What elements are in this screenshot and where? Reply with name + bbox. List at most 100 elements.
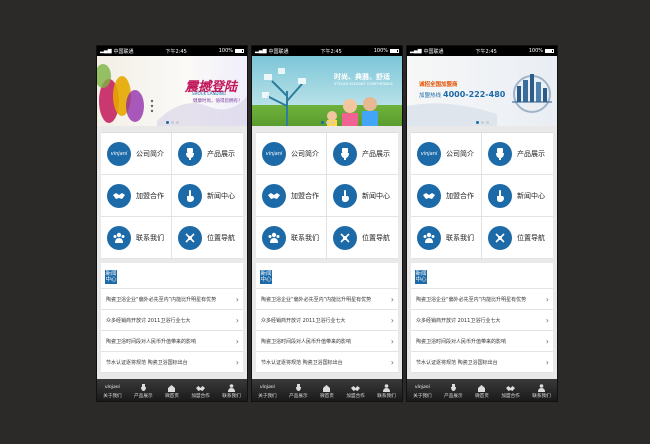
- battery-label: 100%: [218, 48, 233, 54]
- menu-news[interactable]: 新闻中心: [482, 175, 553, 217]
- carousel-dot[interactable]: [330, 121, 334, 124]
- tab-about[interactable]: vinjani 关于我们: [103, 384, 121, 399]
- tab-about[interactable]: vinjani 关于我们: [413, 384, 431, 399]
- menu-franchise[interactable]: 加盟合作: [101, 175, 172, 217]
- tab-franchise[interactable]: 加盟合作: [346, 384, 365, 399]
- people-icon: [107, 225, 131, 250]
- phone-screen-1: ▂▄▆ 中国联通 下午2:45 100% 震撼登陆 SHOCK LANDING 健…: [97, 46, 247, 401]
- news-item[interactable]: 陶瓷卫浴企业“偏外必先至内”内能比升明星有优势 ›: [101, 289, 243, 310]
- banner-carousel[interactable]: 震撼登陆 SHOCK LANDING 健康时尚，值得您拥有！: [97, 56, 247, 126]
- people-icon: [262, 225, 286, 250]
- news-item[interactable]: 众多经销商开放讨 2011卫浴行业七大 ›: [256, 310, 398, 331]
- news-item[interactable]: 节水认证逐将规范 陶瓷卫浴国标出台 ›: [101, 352, 243, 373]
- news-item[interactable]: 陶瓷卫浴企业“偏外必先至内”内能比升明星有优势 ›: [256, 289, 398, 310]
- menu-navigation[interactable]: 位置导航: [172, 217, 243, 259]
- carousel-dot[interactable]: [325, 121, 329, 124]
- signal-icon: ▂▄▆: [410, 48, 422, 54]
- hand-pointer-icon: [178, 183, 202, 208]
- compass-icon: [178, 225, 202, 250]
- battery-icon: [390, 49, 399, 53]
- tab-about[interactable]: vinjani 关于我们: [258, 384, 276, 399]
- menu-franchise[interactable]: 加盟合作: [256, 175, 327, 217]
- tab-home[interactable]: 微首页: [320, 384, 334, 399]
- toilet-icon: [140, 384, 146, 391]
- chevron-right-icon: ›: [545, 294, 549, 304]
- news-item[interactable]: 陶瓷卫浴时间段对人民币升值带来的影响 ›: [101, 331, 243, 352]
- menu-company-intro[interactable]: vinjani 公司简介: [256, 133, 327, 175]
- chevron-right-icon: ›: [235, 336, 239, 346]
- toilet-icon: [178, 141, 202, 166]
- menu-products[interactable]: 产品展示: [482, 133, 553, 175]
- tab-products[interactable]: 产品展示: [444, 384, 463, 399]
- tab-bar: vinjani 关于我们 产品展示 微首页 加盟合作 联系我们: [97, 379, 247, 401]
- menu-company-intro[interactable]: vinjani 公司简介: [411, 133, 482, 175]
- home-icon: [323, 385, 331, 392]
- tab-products[interactable]: 产品展示: [134, 384, 153, 399]
- chevron-right-icon: ›: [390, 336, 394, 346]
- tab-franchise[interactable]: 加盟合作: [191, 384, 210, 399]
- carousel-dot[interactable]: [165, 121, 169, 124]
- news-item[interactable]: 节水认证逐将规范 陶瓷卫浴国标出台 ›: [411, 352, 553, 373]
- tab-home[interactable]: 微首页: [475, 384, 489, 399]
- menu-navigation[interactable]: 位置导航: [327, 217, 398, 259]
- vinjani-logo-icon: vinjani: [417, 141, 441, 166]
- vinjani-logo-icon: vinjani: [107, 141, 131, 166]
- menu-grid: vinjani 公司简介 产品展示 加盟合作 新闻中心 联系我们 位置导航: [101, 132, 243, 259]
- menu-navigation[interactable]: 位置导航: [482, 217, 553, 259]
- status-bar: ▂▄▆ 中国联通 下午2:45 100%: [252, 46, 402, 56]
- menu-franchise[interactable]: 加盟合作: [411, 175, 482, 217]
- carousel-dot[interactable]: [485, 121, 489, 124]
- tab-contact[interactable]: 联系我们: [222, 384, 241, 399]
- menu-products[interactable]: 产品展示: [327, 133, 398, 175]
- handshake-icon: [196, 386, 206, 391]
- menu-company-intro[interactable]: vinjani 公司简介: [101, 133, 172, 175]
- handshake-icon: [107, 183, 131, 208]
- carousel-dot[interactable]: [175, 121, 179, 124]
- vinjani-logo-icon: vinjani: [260, 385, 275, 390]
- menu-contact[interactable]: 联系我们: [256, 217, 327, 259]
- people-icon: [417, 225, 441, 250]
- news-section: 新闻中心 陶瓷卫浴企业“偏外必先至内”内能比升明星有优势 › 众多经销商开放讨 2…: [101, 263, 243, 373]
- carousel-dot[interactable]: [475, 121, 479, 124]
- hotline-number[interactable]: 4000-222-480: [443, 90, 505, 99]
- news-item[interactable]: 陶瓷卫浴时间段对人民币升值带来的影响 ›: [411, 331, 553, 352]
- status-bar: ▂▄▆ 中国联通 下午2:45 100%: [97, 46, 247, 56]
- banner-carousel[interactable]: 时尚、典雅、舒适 STYLISH ELEGANT COMFORTABLE: [252, 56, 402, 126]
- tab-products[interactable]: 产品展示: [289, 384, 308, 399]
- carousel-dot[interactable]: [170, 121, 174, 124]
- carousel-dots: [407, 121, 557, 124]
- carousel-dots: [252, 121, 402, 124]
- menu-news[interactable]: 新闻中心: [327, 175, 398, 217]
- hotline-label: 加盟热线: [419, 93, 442, 99]
- news-item[interactable]: 陶瓷卫浴企业“偏外必先至内”内能比升明星有优势 ›: [411, 289, 553, 310]
- news-item[interactable]: 节水认证逐将规范 陶瓷卫浴国标出台 ›: [256, 352, 398, 373]
- status-time: 下午2:45: [475, 48, 497, 55]
- menu-products[interactable]: 产品展示: [172, 133, 243, 175]
- news-item[interactable]: 众多经销商开放讨 2011卫浴行业七大 ›: [101, 310, 243, 331]
- news-item[interactable]: 众多经销商开放讨 2011卫浴行业七大 ›: [411, 310, 553, 331]
- toilet-icon: [295, 384, 301, 391]
- chevron-right-icon: ›: [390, 294, 394, 304]
- mockup-canvas: ▂▄▆ 中国联通 下午2:45 100% 震撼登陆 SHOCK LANDING 健…: [0, 0, 650, 444]
- hand-pointer-icon: [488, 183, 512, 208]
- news-section-title: 新闻中心: [105, 270, 117, 284]
- carousel-dot[interactable]: [480, 121, 484, 124]
- phone-screen-3: ▂▄▆ 中国联通 下午2:45 100% 诚招全国加盟商 加盟热线 4000-22…: [407, 46, 557, 401]
- carrier-label: 中国联通: [113, 48, 134, 55]
- banner-carousel[interactable]: 诚招全国加盟商 加盟热线 4000-222-480: [407, 56, 557, 126]
- menu-contact[interactable]: 联系我们: [411, 217, 482, 259]
- tab-franchise[interactable]: 加盟合作: [501, 384, 520, 399]
- chevron-right-icon: ›: [235, 315, 239, 325]
- carousel-dot[interactable]: [320, 121, 324, 124]
- banner-headline-sub: STYLISH ELEGANT COMFORTABLE: [334, 82, 393, 86]
- vinjani-logo-icon: vinjani: [105, 385, 120, 390]
- battery-label: 100%: [528, 48, 543, 54]
- tab-contact[interactable]: 联系我们: [377, 384, 396, 399]
- menu-contact[interactable]: 联系我们: [101, 217, 172, 259]
- news-item[interactable]: 陶瓷卫浴时间段对人民币升值带来的影响 ›: [256, 331, 398, 352]
- tab-contact[interactable]: 联系我们: [532, 384, 551, 399]
- person-icon: [227, 384, 235, 392]
- chevron-right-icon: ›: [545, 315, 549, 325]
- tab-home[interactable]: 微首页: [165, 384, 179, 399]
- menu-news[interactable]: 新闻中心: [172, 175, 243, 217]
